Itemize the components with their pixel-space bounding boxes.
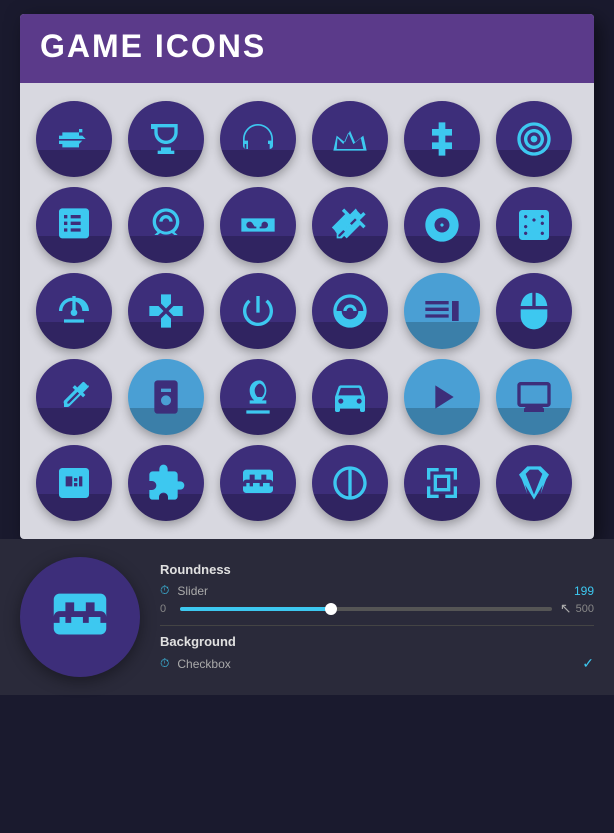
mp3-player-icon[interactable] [128,359,204,435]
slider-track[interactable] [180,607,552,611]
controls-panel: Roundness ⏱ Slider 199 0 ↖ 500 Backgroun… [160,562,594,672]
beach-ball-icon[interactable] [312,445,388,521]
dpad-icon[interactable] [404,101,480,177]
divider [160,625,594,626]
vr-headset-icon[interactable] [220,187,296,263]
preview-circle [20,557,140,677]
steering-wheel-icon[interactable] [312,273,388,349]
puzzle-icon[interactable] [128,445,204,521]
slider-icon: ⏱ [160,583,169,598]
checkbox-label: Checkbox [177,657,230,671]
gem-icon[interactable] [496,445,572,521]
roundness-label: Roundness [160,562,594,577]
slider-label: Slider [177,584,208,598]
slider-thumb[interactable] [325,603,337,615]
checkbox-check[interactable]: ✓ [582,655,594,672]
gun-icon[interactable] [36,101,112,177]
gamepad-icon[interactable] [128,273,204,349]
horseshoe-icon[interactable] [128,187,204,263]
mouse-icon[interactable] [496,273,572,349]
main-card: GAME ICONS [20,14,594,539]
slider-range-row: 0 ↖ 500 [160,600,594,617]
bottom-panel: Roundness ⏱ Slider 199 0 ↖ 500 Backgroun… [0,539,614,695]
header: GAME ICONS [20,14,594,83]
tictactoe-icon[interactable] [404,445,480,521]
target-icon[interactable] [496,101,572,177]
slider-fill [180,607,329,611]
checkbox-clock-icon: ⏱ [160,656,169,671]
slot-machine-icon[interactable] [36,445,112,521]
dice-icon[interactable] [496,187,572,263]
guitar-icon[interactable] [36,359,112,435]
disc-icon[interactable] [404,187,480,263]
crown-icon[interactable] [312,101,388,177]
monitor-icon[interactable] [496,359,572,435]
gamepad2-icon[interactable] [220,445,296,521]
crossed-swords-icon[interactable] [312,187,388,263]
chess-knight-icon[interactable] [220,359,296,435]
start-button-icon[interactable] [404,273,480,349]
range-min: 0 [160,603,176,615]
car-icon[interactable] [312,359,388,435]
headphones-icon[interactable] [220,101,296,177]
range-max: 500 [576,603,594,615]
power-icon[interactable] [220,273,296,349]
gamepad-preview-icon [45,582,115,652]
cards-icon[interactable] [36,187,112,263]
joystick-icon[interactable] [36,273,112,349]
slider-value: 199 [574,584,594,598]
page-title: GAME ICONS [40,28,574,65]
trophy-icon[interactable] [128,101,204,177]
cursor-icon: ↖ [560,600,572,617]
background-label: Background [160,634,594,649]
play-button-icon[interactable] [404,359,480,435]
icons-grid [20,83,594,539]
checkbox-row: ⏱ Checkbox ✓ [160,655,594,672]
slider-row: ⏱ Slider 199 [160,583,594,598]
